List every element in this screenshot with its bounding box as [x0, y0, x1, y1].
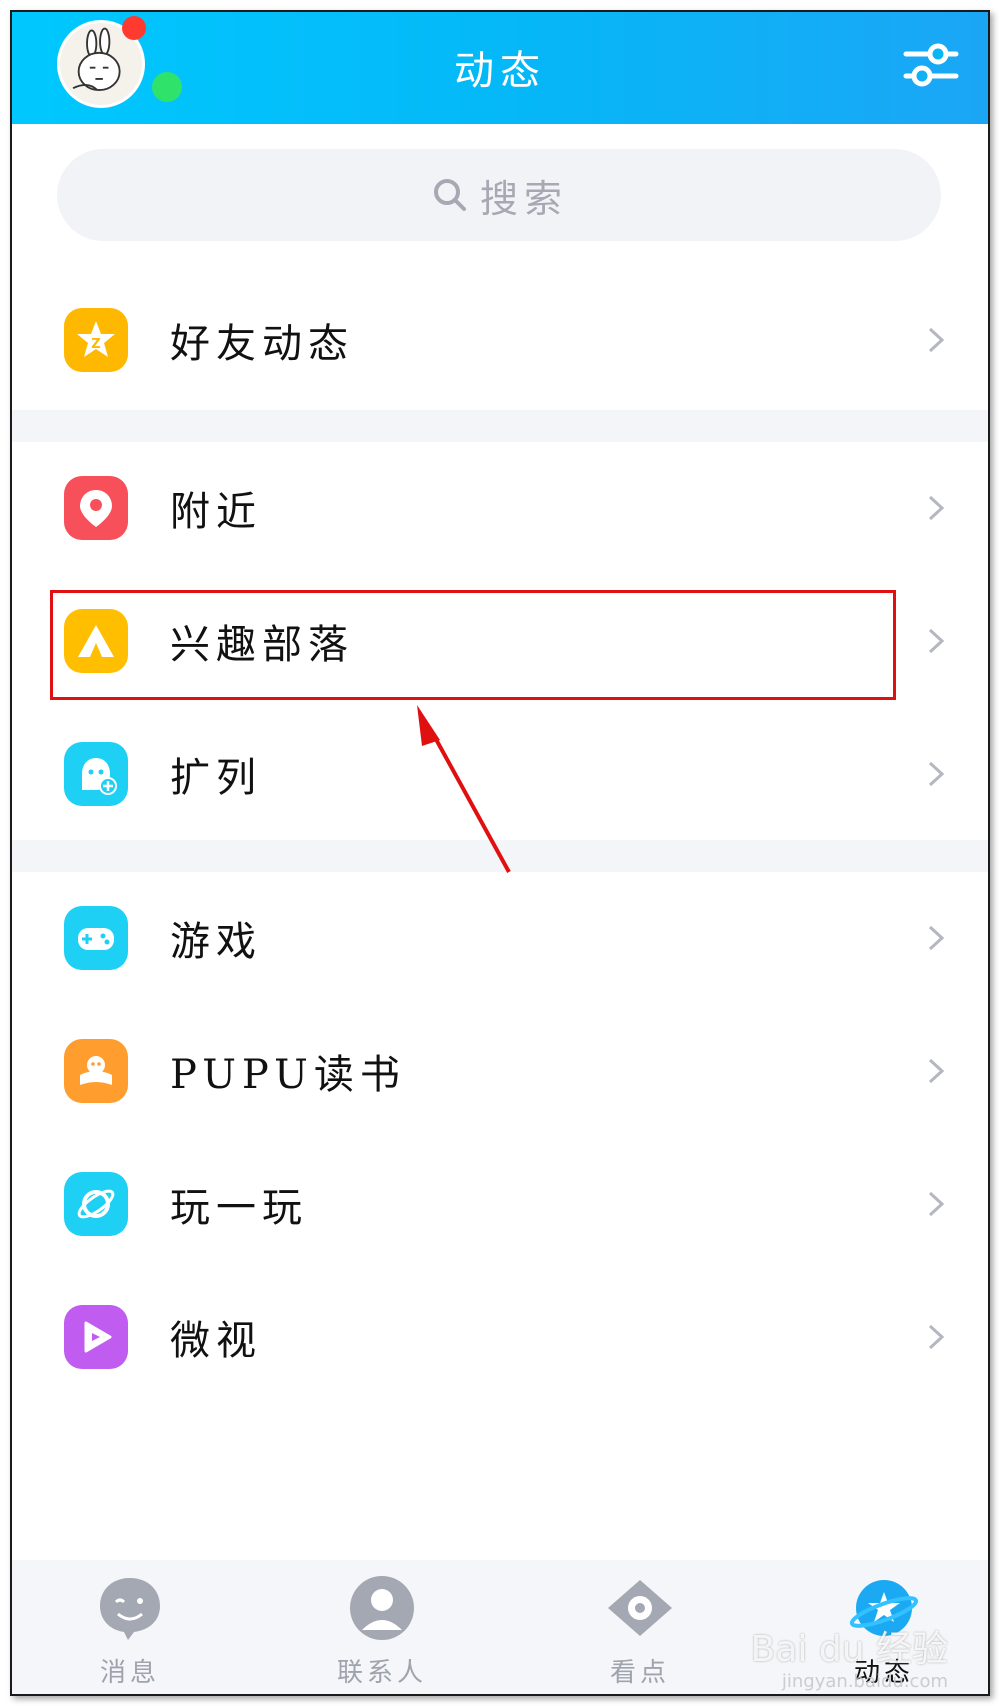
section-divider	[12, 410, 988, 442]
nav-tab-kandian[interactable]: 看点	[580, 1572, 700, 1689]
add-friend-face-icon	[64, 742, 128, 806]
menu-item-label: 微视	[170, 1318, 262, 1364]
nav-label: 消息	[99, 1658, 160, 1688]
chevron-right-icon	[928, 925, 945, 951]
settings-sliders-icon[interactable]	[902, 36, 960, 94]
search-icon	[433, 179, 466, 211]
nav-label: 看点	[609, 1658, 670, 1688]
top-header: 动态	[12, 12, 988, 124]
menu-item-friend-feed[interactable]: Z 好友动态	[12, 274, 988, 406]
watermark-url: jingyan.baidu.com	[781, 1671, 948, 1692]
book-icon	[64, 1039, 128, 1103]
search-placeholder: 搜索	[479, 176, 568, 221]
chevron-right-icon	[928, 628, 945, 654]
chevron-right-icon	[928, 495, 945, 521]
chevron-right-icon	[928, 1191, 945, 1217]
gamepad-icon	[64, 906, 128, 970]
planet-icon	[64, 1172, 128, 1236]
watermark: Bai du 经验	[750, 1629, 948, 1670]
qzone-star-icon: Z	[64, 308, 128, 372]
menu-item-label: 扩列	[170, 755, 262, 801]
page-title: 动态	[454, 48, 546, 94]
section-divider	[12, 840, 988, 872]
nav-label: 联系人	[336, 1658, 427, 1688]
menu-item-nearby[interactable]: 附近	[12, 442, 988, 574]
menu-item-label: 玩一玩	[170, 1185, 308, 1231]
menu-item-games[interactable]: 游戏	[12, 872, 988, 1004]
highlight-box	[50, 590, 896, 700]
menu-item-label: 游戏	[170, 919, 262, 965]
location-pin-icon	[64, 476, 128, 540]
menu-item-label: PUPU读书	[170, 1052, 406, 1098]
nav-tab-messages[interactable]: 消息	[70, 1572, 190, 1689]
chevron-right-icon	[928, 1324, 945, 1350]
bottom-nav: 消息 联系人 看点 动态 Bai du 经验 jingyan.baidu.com	[12, 1560, 988, 1694]
menu-item-expand-list[interactable]: 扩列	[12, 708, 988, 840]
menu-item-label: 附近	[170, 489, 262, 535]
chevron-right-icon	[928, 327, 945, 353]
search-input[interactable]: 搜索	[57, 149, 941, 241]
phone-screen: 动态 搜索 Z 好友动态 附近 兴趣部落 扩列 游戏 PUPU读书 玩一玩 微视…	[10, 10, 990, 1696]
chevron-right-icon	[928, 1058, 945, 1084]
svg-text:Z: Z	[91, 337, 100, 352]
nav-tab-contacts[interactable]: 联系人	[322, 1572, 442, 1689]
chevron-right-icon	[928, 761, 945, 787]
menu-item-weishi[interactable]: 微视	[12, 1271, 988, 1403]
menu-item-pupu-reading[interactable]: PUPU读书	[12, 1005, 988, 1137]
chat-bubble-icon	[100, 1578, 160, 1640]
menu-item-label: 好友动态	[170, 321, 354, 367]
eye-icon	[608, 1580, 672, 1636]
play-icon	[64, 1305, 128, 1369]
menu-item-play[interactable]: 玩一玩	[12, 1138, 988, 1270]
contact-person-icon	[350, 1576, 414, 1640]
notification-badge	[122, 16, 146, 40]
